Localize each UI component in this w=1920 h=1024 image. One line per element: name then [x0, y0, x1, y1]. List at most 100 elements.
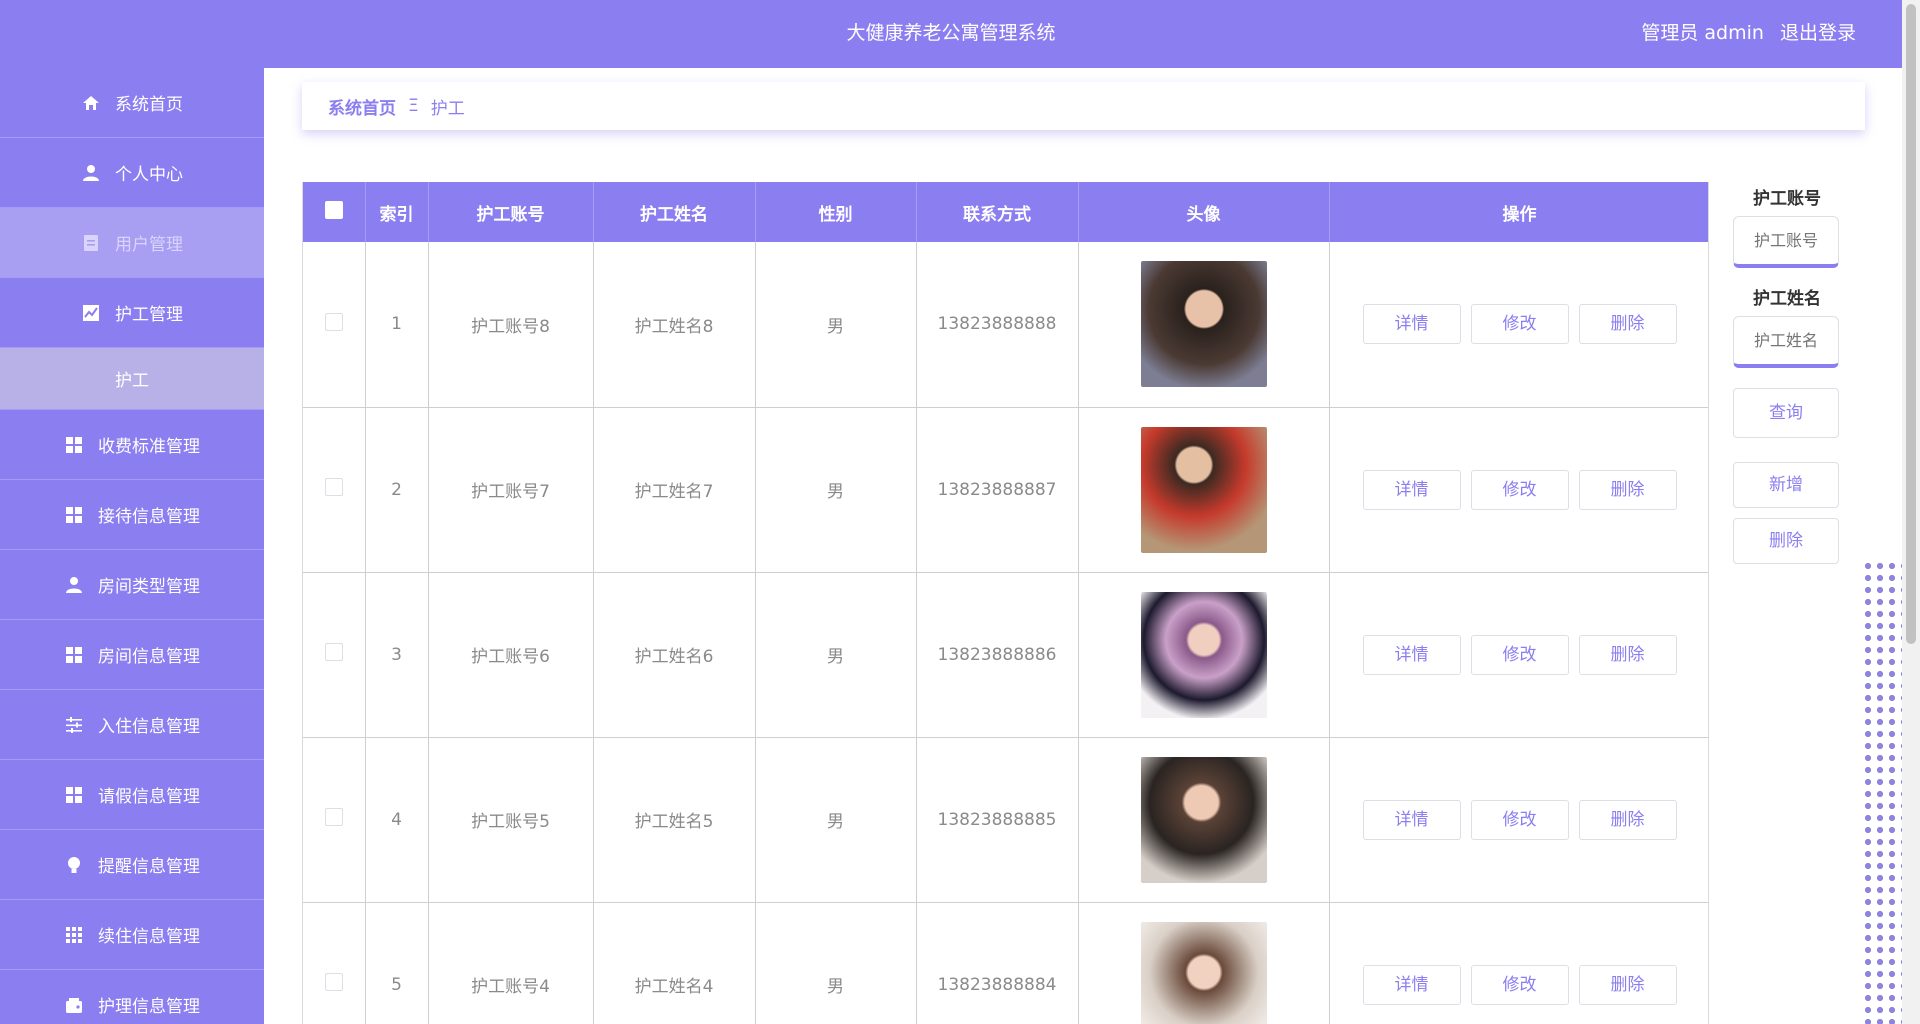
detail-button[interactable]: 详情 [1362, 304, 1461, 345]
delete-button[interactable]: 删除 [1578, 469, 1677, 510]
scrollbar-thumb[interactable] [1906, 4, 1916, 644]
add-button[interactable]: 新增 [1733, 462, 1839, 508]
row-checkbox[interactable] [324, 643, 343, 661]
sidebar-item-extensions[interactable]: 续住信息管理 [0, 900, 264, 970]
cell-index: 2 [365, 407, 429, 573]
sidebar-item-rooms[interactable]: 房间信息管理 [0, 620, 264, 690]
sidebar-item-label: 请假信息管理 [98, 787, 200, 807]
cell-index: 4 [365, 737, 429, 903]
avatar-image [1140, 261, 1267, 388]
cell-gender: 男 [755, 902, 917, 1024]
detail-button[interactable]: 详情 [1362, 964, 1461, 1005]
cell-name: 护工姓名7 [593, 407, 756, 573]
user-icon [81, 163, 101, 183]
column-header: 联系方式 [916, 182, 1079, 242]
table-row: 1 护工账号8 护工姓名8 男 13823888888 详情 修改 删除 [303, 242, 1708, 408]
cell-account: 护工账号5 [428, 737, 594, 903]
row-checkbox[interactable] [324, 808, 343, 826]
search-panel: 护工账号 护工姓名 查询 新增 删除 [1733, 182, 1841, 564]
sidebar-item-nursing[interactable]: 护理信息管理 [0, 970, 264, 1024]
grid-icon [64, 785, 84, 805]
column-header: 头像 [1078, 182, 1330, 242]
top-header: 大健康养老公寓管理系统 管理员 admin 退出登录 [0, 0, 1902, 68]
row-checkbox[interactable] [324, 312, 343, 331]
sidebar-item-reminders[interactable]: 提醒信息管理 [0, 830, 264, 900]
table-header-row: 索引 护工账号 护工姓名 性别 联系方式 头像 操作 [303, 182, 1708, 242]
sidebar-item-label: 系统首页 [115, 95, 183, 115]
sliders-icon [64, 715, 84, 735]
delete-button[interactable]: 删除 [1578, 634, 1677, 675]
chart-icon [81, 303, 101, 323]
grid-icon [64, 435, 84, 455]
breadcrumb-home[interactable]: 系统首页 [328, 94, 396, 119]
sidebar-item-reception[interactable]: 接待信息管理 [0, 480, 264, 550]
sidebar-item-room-types[interactable]: 房间类型管理 [0, 550, 264, 620]
detail-button[interactable]: 详情 [1362, 634, 1461, 675]
batch-delete-button[interactable]: 删除 [1733, 518, 1839, 564]
grid-icon [64, 505, 84, 525]
column-header: 护工姓名 [593, 182, 756, 242]
table-row: 4 护工账号5 护工姓名5 男 13823888885 详情 修改 删除 [303, 737, 1708, 903]
delete-button[interactable]: 删除 [1578, 799, 1677, 840]
name-search-input[interactable] [1733, 316, 1839, 368]
delete-button[interactable]: 删除 [1578, 304, 1677, 345]
user-area: 管理员 admin 退出登录 [1631, 18, 1856, 45]
sidebar-item-fees[interactable]: 收费标准管理 [0, 410, 264, 480]
breadcrumb-separator-icon: Ξ [408, 96, 419, 116]
sidebar-item-caregiver-mgmt[interactable]: 护工管理 [0, 278, 264, 348]
sidebar-item-label: 收费标准管理 [98, 437, 200, 457]
sidebar-item-label: 护工管理 [115, 305, 183, 325]
query-button[interactable]: 查询 [1733, 388, 1839, 438]
avatar-image [1140, 591, 1267, 718]
cell-phone: 13823888886 [916, 572, 1079, 738]
sidebar-item-profile[interactable]: 个人中心 [0, 138, 264, 208]
row-checkbox[interactable] [324, 973, 343, 991]
sidebar-item-leave[interactable]: 请假信息管理 [0, 760, 264, 830]
edit-button[interactable]: 修改 [1470, 469, 1569, 510]
sidebar-item-label: 续住信息管理 [98, 927, 200, 947]
sidebar-item-label: 个人中心 [115, 165, 183, 185]
sidebar-item-label: 接待信息管理 [98, 507, 200, 527]
delete-button[interactable]: 删除 [1578, 964, 1677, 1005]
sidebar-item-label: 入住信息管理 [98, 717, 200, 737]
sidebar-item-users[interactable]: 用户管理 [0, 208, 264, 278]
grid-icon [64, 645, 84, 665]
logout-link[interactable]: 退出登录 [1780, 22, 1856, 44]
table-row: 3 护工账号6 护工姓名6 男 13823888886 详情 修改 删除 [303, 572, 1708, 738]
sidebar-item-label: 护工 [115, 371, 149, 391]
admin-label: 管理员 admin [1641, 22, 1764, 44]
sidebar-subitem-caregiver[interactable]: 护工 [0, 348, 264, 410]
app-title: 大健康养老公寓管理系统 [846, 22, 1056, 44]
edit-button[interactable]: 修改 [1470, 634, 1569, 675]
cell-gender: 男 [755, 737, 917, 903]
edit-button[interactable]: 修改 [1470, 304, 1569, 345]
sidebar-item-home[interactable]: 系统首页 [0, 68, 264, 138]
detail-button[interactable]: 详情 [1362, 799, 1461, 840]
table-row: 5 护工账号4 护工姓名4 男 13823888884 详情 修改 删除 [303, 902, 1708, 1024]
avatar-image [1140, 921, 1267, 1024]
cell-account: 护工账号4 [428, 902, 594, 1024]
account-search-input[interactable] [1733, 216, 1839, 268]
detail-button[interactable]: 详情 [1362, 469, 1461, 510]
cell-gender: 男 [755, 242, 917, 408]
name-search-label: 护工姓名 [1753, 289, 1821, 309]
cell-phone: 13823888884 [916, 902, 1079, 1024]
avatar-image [1140, 426, 1267, 553]
cell-account: 护工账号6 [428, 572, 594, 738]
breadcrumb-current: 护工 [430, 98, 465, 119]
column-header: 索引 [365, 182, 429, 242]
edit-button[interactable]: 修改 [1470, 799, 1569, 840]
cell-gender: 男 [755, 407, 917, 573]
cell-index: 5 [365, 902, 429, 1024]
sidebar-item-label: 提醒信息管理 [98, 857, 200, 877]
row-checkbox[interactable] [324, 478, 343, 496]
table-row: 2 护工账号7 护工姓名7 男 13823888887 详情 修改 删除 [303, 407, 1708, 573]
select-all-checkbox[interactable] [324, 200, 343, 219]
sidebar-item-label: 房间类型管理 [98, 577, 200, 597]
cell-index: 3 [365, 572, 429, 738]
cell-account: 护工账号8 [428, 242, 594, 408]
edit-button[interactable]: 修改 [1470, 964, 1569, 1005]
page-scrollbar[interactable] [1902, 0, 1920, 1024]
sidebar-item-checkin[interactable]: 入住信息管理 [0, 690, 264, 760]
user-icon [64, 575, 84, 595]
